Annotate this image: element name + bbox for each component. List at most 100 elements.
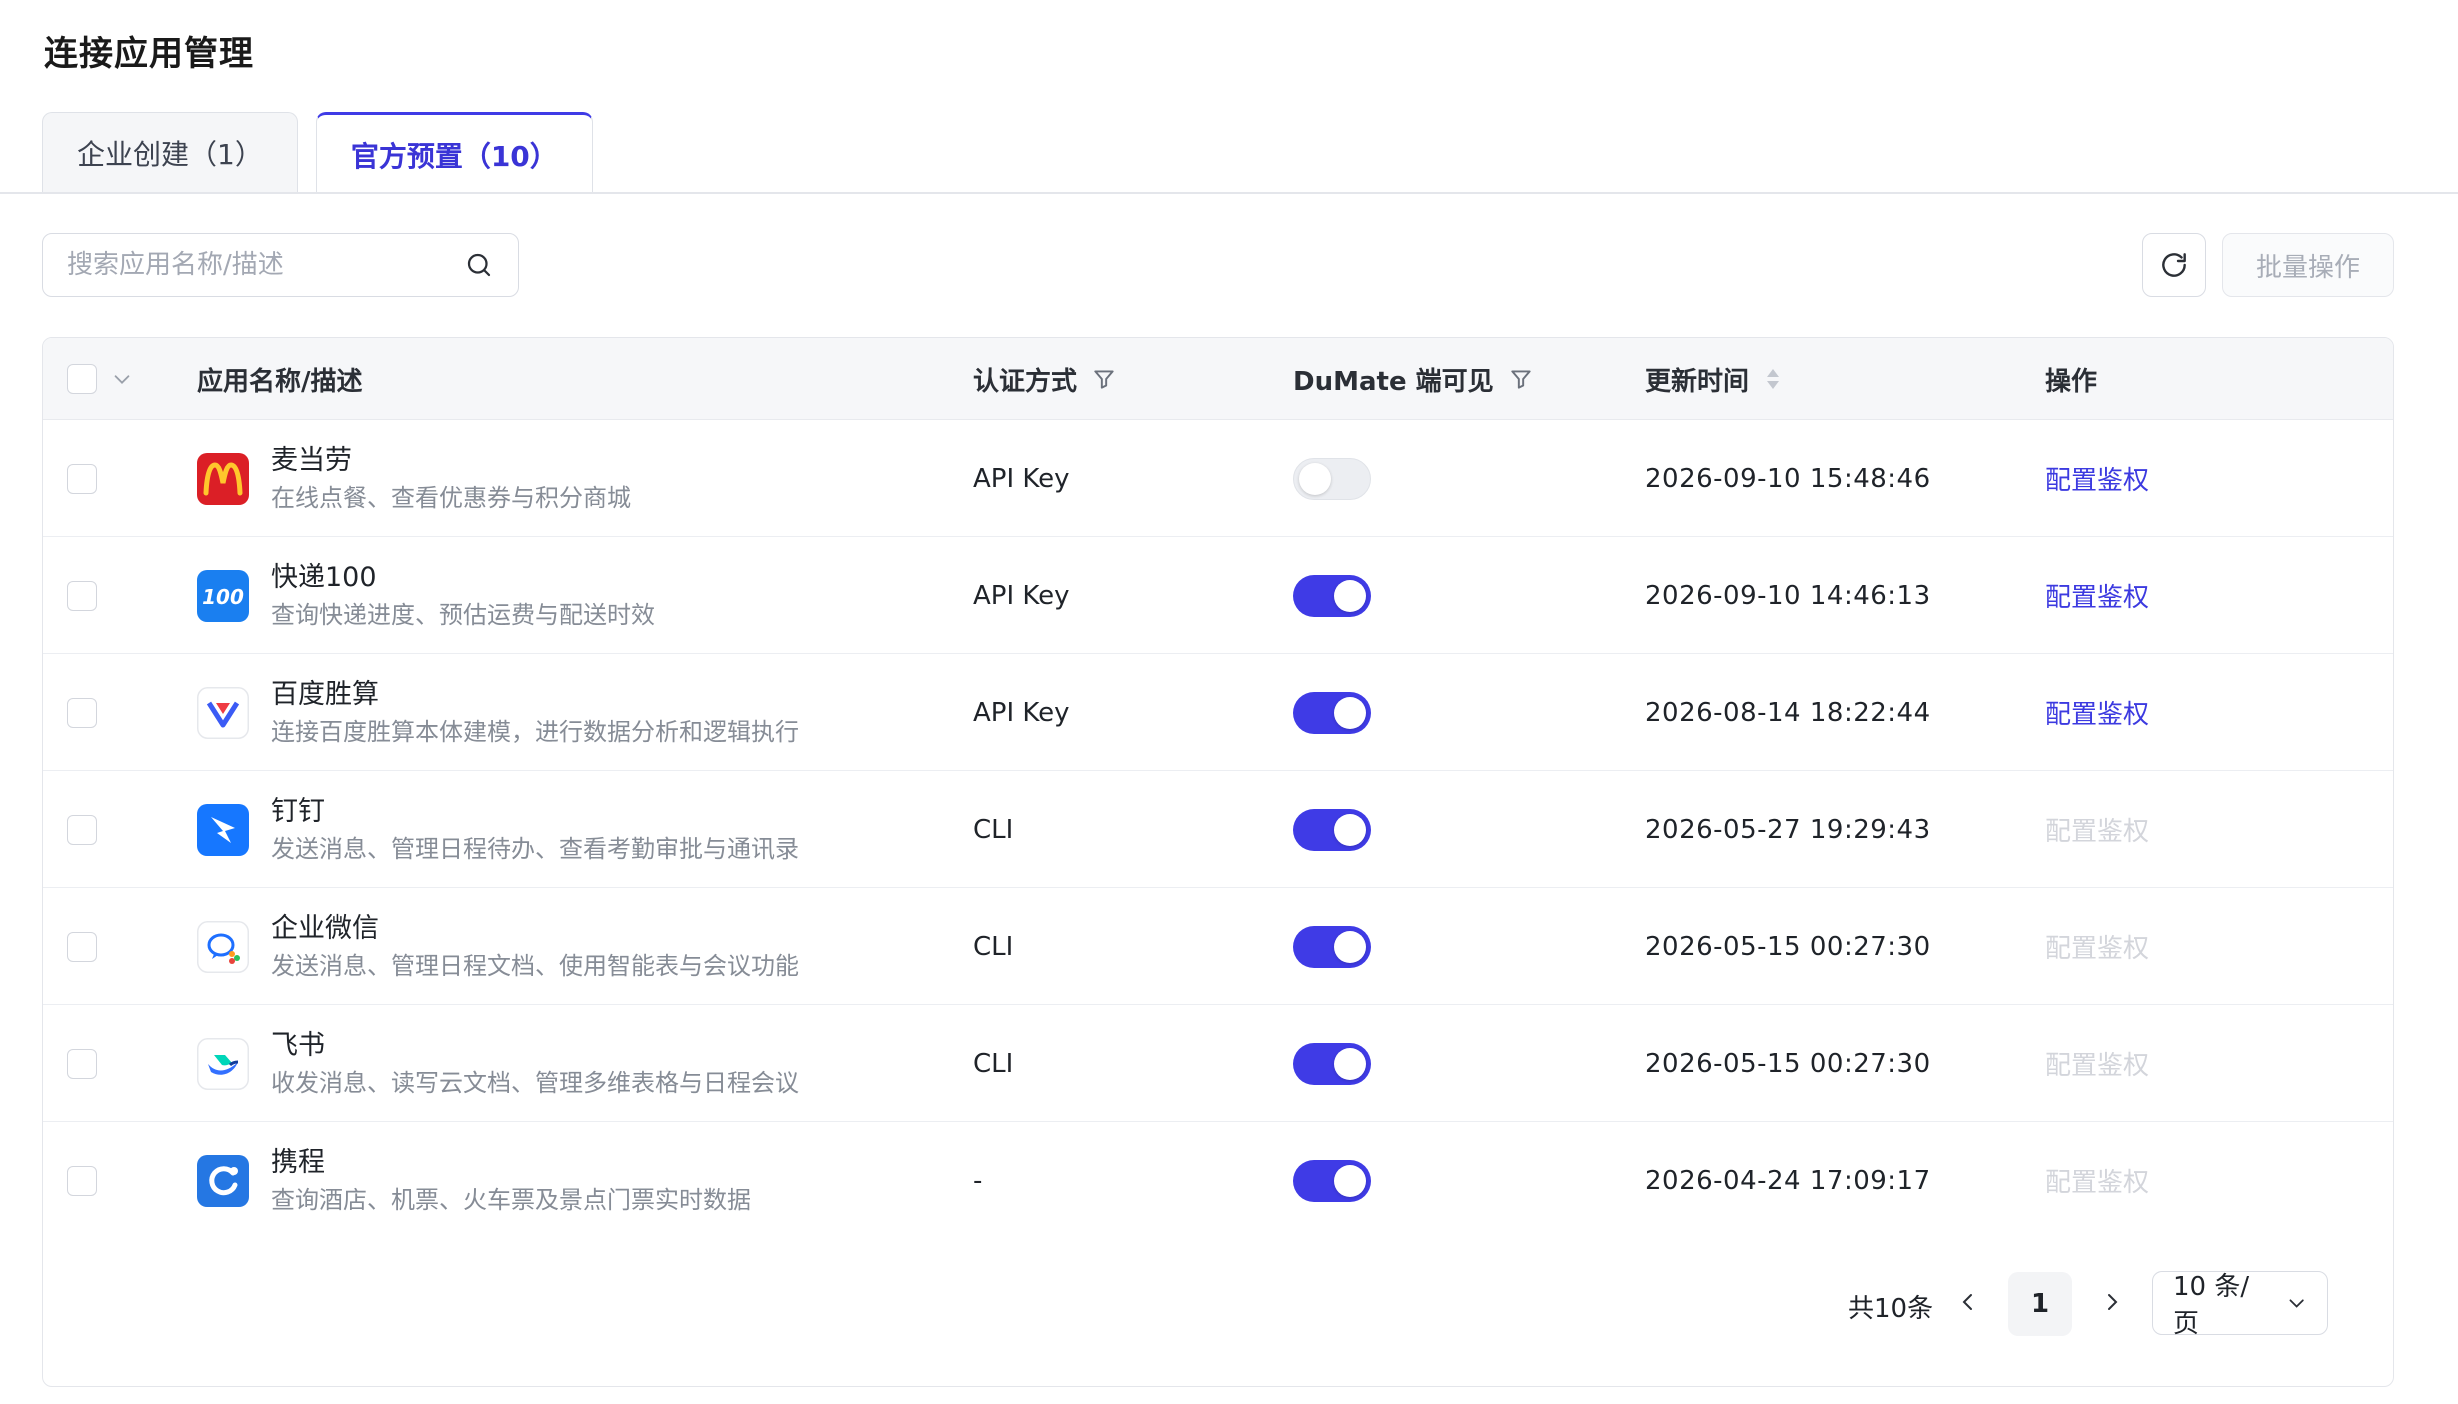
chevron-down-icon[interactable] bbox=[111, 368, 133, 390]
select-all-checkbox[interactable] bbox=[67, 364, 97, 394]
dumate-visible-toggle[interactable] bbox=[1293, 574, 1371, 617]
batch-operation-button[interactable]: 批量操作 bbox=[2222, 233, 2394, 297]
search-box[interactable] bbox=[42, 233, 519, 297]
dumate-visible-toggle[interactable] bbox=[1293, 925, 1371, 968]
prev-page-button[interactable] bbox=[1948, 1282, 1988, 1322]
app-description: 发送消息、管理日程文档、使用智能表与会议功能 bbox=[271, 951, 799, 980]
app-cell: 百度胜算 连接百度胜算本体建模，进行数据分析和逻辑执行 bbox=[197, 654, 799, 771]
sort-icon[interactable] bbox=[1763, 365, 1783, 393]
ctrip-icon bbox=[197, 1154, 249, 1207]
app-cell: 钉钉 发送消息、管理日程待办、查看考勤审批与通讯录 bbox=[197, 771, 799, 888]
next-page-button[interactable] bbox=[2092, 1282, 2132, 1322]
row-checkbox-cell bbox=[67, 1122, 97, 1239]
header-name: 应用名称/描述 bbox=[197, 366, 363, 397]
filter-icon[interactable] bbox=[1091, 366, 1117, 392]
table-row: 携程 查询酒店、机票、火车票及景点门票实时数据 - 2026-04-24 17:09:… bbox=[43, 1122, 2393, 1239]
row-checkbox[interactable] bbox=[67, 463, 97, 494]
table-row: 钉钉 发送消息、管理日程待办、查看考勤审批与通讯录 CLI 2026-05-27 19… bbox=[43, 771, 2393, 888]
action-cell: 配置鉴权 bbox=[2045, 1005, 2149, 1122]
header-auth: 认证方式 bbox=[973, 338, 1117, 420]
row-checkbox-cell bbox=[67, 654, 97, 771]
configure-auth-link: 配置鉴权 bbox=[2045, 1051, 2150, 1081]
baidu-shengsuan-icon bbox=[197, 686, 249, 739]
updated-time: 2026-05-15 00:27:30 bbox=[1645, 931, 1931, 962]
tabs-divider bbox=[0, 192, 2458, 194]
apps-table: 应用名称/描述 认证方式 DuMate 端可见 更新时间 操作 麦当劳在线点餐、… bbox=[42, 337, 2394, 1387]
header-action: 操作 bbox=[2045, 366, 2098, 397]
configure-auth-link: 配置鉴权 bbox=[2045, 817, 2150, 847]
table-row: 麦当劳 在线点餐、查看优惠券与积分商城 API Key 2026-09-10 15:4… bbox=[43, 420, 2393, 537]
app-text: 麦当劳在线点餐、查看优惠券与积分商城 bbox=[271, 443, 631, 515]
filter-icon[interactable] bbox=[1508, 366, 1534, 392]
dumate-visible-toggle[interactable] bbox=[1293, 1042, 1371, 1085]
toggle-knob bbox=[1334, 696, 1366, 729]
visibility-cell bbox=[1293, 888, 1371, 1005]
row-checkbox[interactable] bbox=[67, 1165, 97, 1196]
row-checkbox[interactable] bbox=[67, 814, 97, 845]
mcdonalds-icon bbox=[197, 452, 249, 505]
total-count: 共10条 bbox=[1848, 1294, 1934, 1324]
app-text: 钉钉 发送消息、管理日程待办、查看考勤审批与通讯录 bbox=[271, 794, 799, 866]
visibility-cell bbox=[1293, 771, 1371, 888]
app-description: 在线点餐、查看优惠券与积分商城 bbox=[271, 483, 631, 512]
table-row: 百度胜算 连接百度胜算本体建模，进行数据分析和逻辑执行 API Key 2026-08… bbox=[43, 654, 2393, 771]
row-checkbox-cell bbox=[67, 537, 97, 654]
toggle-knob bbox=[1334, 579, 1366, 612]
visibility-cell bbox=[1293, 420, 1371, 537]
select-all-control[interactable] bbox=[67, 338, 133, 420]
app-name: 飞书 bbox=[271, 1029, 325, 1061]
chevron-right-icon bbox=[2108, 1294, 2118, 1310]
auth-method: CLI bbox=[973, 931, 1014, 962]
row-checkbox-cell bbox=[67, 771, 97, 888]
updated-time: 2026-08-14 18:22:44 bbox=[1645, 697, 1931, 728]
row-checkbox[interactable] bbox=[67, 580, 97, 611]
configure-auth-link[interactable]: 配置鉴权 bbox=[2045, 694, 2149, 731]
visibility-cell bbox=[1293, 654, 1371, 771]
app-text: 携程 查询酒店、机票、火车票及景点门票实时数据 bbox=[271, 1145, 751, 1217]
configure-auth-link: 配置鉴权 bbox=[2045, 934, 2150, 964]
app-text: 快递100 查询快递进度、预估运费与配送时效 bbox=[271, 560, 655, 632]
refresh-icon bbox=[2162, 253, 2186, 277]
feishu-icon bbox=[197, 1037, 249, 1090]
search-input[interactable] bbox=[67, 250, 464, 280]
dingtalk-icon bbox=[197, 803, 249, 856]
dumate-visible-toggle[interactable] bbox=[1293, 691, 1371, 734]
table-header: 应用名称/描述 认证方式 DuMate 端可见 更新时间 操作 bbox=[43, 338, 2393, 420]
auth-method: - bbox=[973, 1165, 983, 1196]
app-cell: 100 快递100 查询快递进度、预估运费与配送时效 bbox=[197, 537, 655, 654]
updated-time: 2026-05-27 19:29:43 bbox=[1645, 814, 1931, 845]
app-cell: 携程 查询酒店、机票、火车票及景点门票实时数据 bbox=[197, 1122, 751, 1239]
auth-method: API Key bbox=[973, 580, 1070, 611]
configure-auth-link[interactable]: 配置鉴权 bbox=[2045, 460, 2149, 497]
chevron-down-icon bbox=[2289, 1299, 2304, 1308]
app-description: 查询酒店、机票、火车票及景点门票实时数据 bbox=[271, 1185, 751, 1214]
tab-enterprise-created[interactable]: 企业创建（1） bbox=[42, 112, 298, 192]
dumate-visible-toggle[interactable] bbox=[1293, 457, 1371, 500]
row-checkbox[interactable] bbox=[67, 1048, 97, 1079]
chevron-left-icon bbox=[1962, 1294, 1972, 1310]
search-icon[interactable] bbox=[464, 250, 494, 280]
app-text: 飞书 收发消息、读写云文档、管理多维表格与日程会议 bbox=[271, 1028, 799, 1100]
row-checkbox-cell bbox=[67, 1005, 97, 1122]
table-row: 100 快递100 查询快递进度、预估运费与配送时效 API Key 2026-09-1… bbox=[43, 537, 2393, 654]
dumate-visible-toggle[interactable] bbox=[1293, 1159, 1371, 1202]
page-1-button[interactable]: 1 bbox=[2008, 1272, 2072, 1336]
visibility-cell bbox=[1293, 1005, 1371, 1122]
row-checkbox[interactable] bbox=[67, 697, 97, 728]
tab-official-preset[interactable]: 官方预置（10） bbox=[315, 112, 593, 194]
page-size-select[interactable]: 10 条/页 bbox=[2152, 1271, 2328, 1339]
app-name: 钉钉 bbox=[271, 795, 325, 827]
table-body: 麦当劳 在线点餐、查看优惠券与积分商城 API Key 2026-09-10 15:4… bbox=[43, 420, 2393, 1239]
app-name: 麦当劳 bbox=[271, 444, 352, 476]
app-cell: 企业微信 发送消息、管理日程文档、使用智能表与会议功能 bbox=[197, 888, 799, 1005]
auth-method: CLI bbox=[973, 814, 1014, 845]
row-checkbox-cell bbox=[67, 420, 97, 537]
configure-auth-link[interactable]: 配置鉴权 bbox=[2045, 577, 2149, 614]
dumate-visible-toggle[interactable] bbox=[1293, 808, 1371, 851]
refresh-button[interactable] bbox=[2142, 233, 2206, 297]
row-checkbox[interactable] bbox=[67, 931, 97, 962]
app-text: 百度胜算 连接百度胜算本体建模，进行数据分析和逻辑执行 bbox=[271, 677, 799, 749]
header-updated: 更新时间 bbox=[1645, 338, 1783, 420]
visibility-cell bbox=[1293, 537, 1371, 654]
tab-bar: 企业创建（1） 官方预置（10） bbox=[42, 112, 593, 194]
